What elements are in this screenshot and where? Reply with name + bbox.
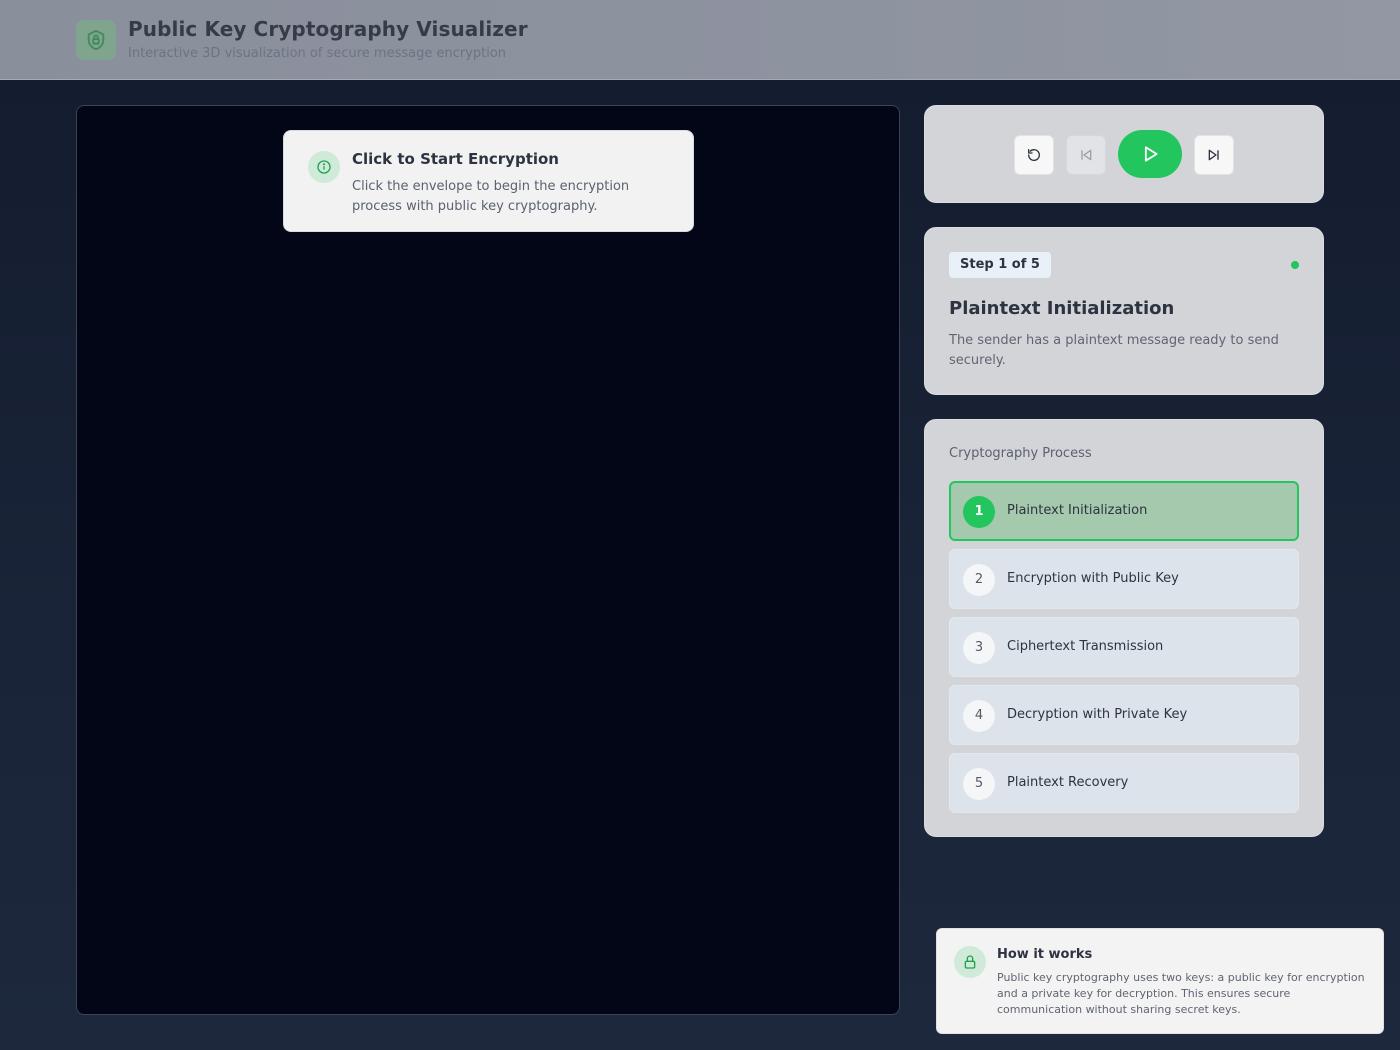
app-header: Public Key Cryptography Visualizer Inter… [0, 0, 1400, 80]
process-heading: Cryptography Process [949, 446, 1092, 461]
skip-back-icon [1081, 149, 1092, 161]
step-title: Plaintext Initialization [949, 298, 1175, 319]
process-step-5[interactable]: 5 Plaintext Recovery [949, 753, 1299, 813]
process-step-4[interactable]: 4 Decryption with Private Key [949, 685, 1299, 745]
start-hint-card: Click to Start Encryption Click the enve… [283, 130, 694, 232]
next-step-button[interactable] [1194, 135, 1234, 175]
shield-icon [76, 20, 116, 60]
step-badge: Step 1 of 5 [949, 252, 1051, 278]
step-label: Encryption with Public Key [1007, 571, 1179, 586]
app-title: Public Key Cryptography Visualizer [128, 17, 528, 41]
lock-icon [954, 946, 986, 978]
previous-step-button[interactable] [1066, 135, 1106, 175]
playback-controls [924, 105, 1324, 203]
app-subtitle: Interactive 3D visualization of secure m… [128, 46, 507, 61]
reset-button[interactable] [1014, 135, 1054, 175]
play-button[interactable] [1118, 130, 1182, 178]
step-label: Ciphertext Transmission [1007, 639, 1164, 654]
step-label: Plaintext Initialization [1007, 503, 1148, 518]
status-dot [1291, 261, 1299, 269]
current-step-card: Step 1 of 5 Plaintext Initialization The… [924, 227, 1324, 395]
step-number: 3 [963, 632, 995, 664]
reset-icon [1028, 149, 1040, 161]
step-number: 5 [963, 768, 995, 800]
process-step-3[interactable]: 3 Ciphertext Transmission [949, 617, 1299, 677]
visualization-canvas[interactable]: Click to Start Encryption Click the enve… [76, 105, 900, 1015]
how-it-works-card: How it works Public key cryptography use… [936, 928, 1384, 1034]
process-list: Cryptography Process 1 Plaintext Initial… [924, 419, 1324, 837]
step-number: 4 [963, 700, 995, 732]
info-icon [308, 151, 340, 183]
how-title: How it works [997, 947, 1093, 962]
hint-text: Click the envelope to begin the encrypti… [352, 179, 630, 214]
skip-forward-icon [1208, 149, 1219, 161]
hint-title: Click to Start Encryption [352, 150, 559, 168]
how-text: Public key cryptography uses two keys: a… [997, 971, 1365, 1016]
process-step-1[interactable]: 1 Plaintext Initialization [949, 481, 1299, 541]
play-icon [1144, 146, 1158, 162]
step-number: 1 [963, 496, 995, 528]
process-step-2[interactable]: 2 Encryption with Public Key [949, 549, 1299, 609]
step-label: Decryption with Private Key [1007, 707, 1188, 722]
step-label: Plaintext Recovery [1007, 775, 1129, 790]
step-number: 2 [963, 564, 995, 596]
step-description: The sender has a plaintext message ready… [949, 333, 1279, 368]
